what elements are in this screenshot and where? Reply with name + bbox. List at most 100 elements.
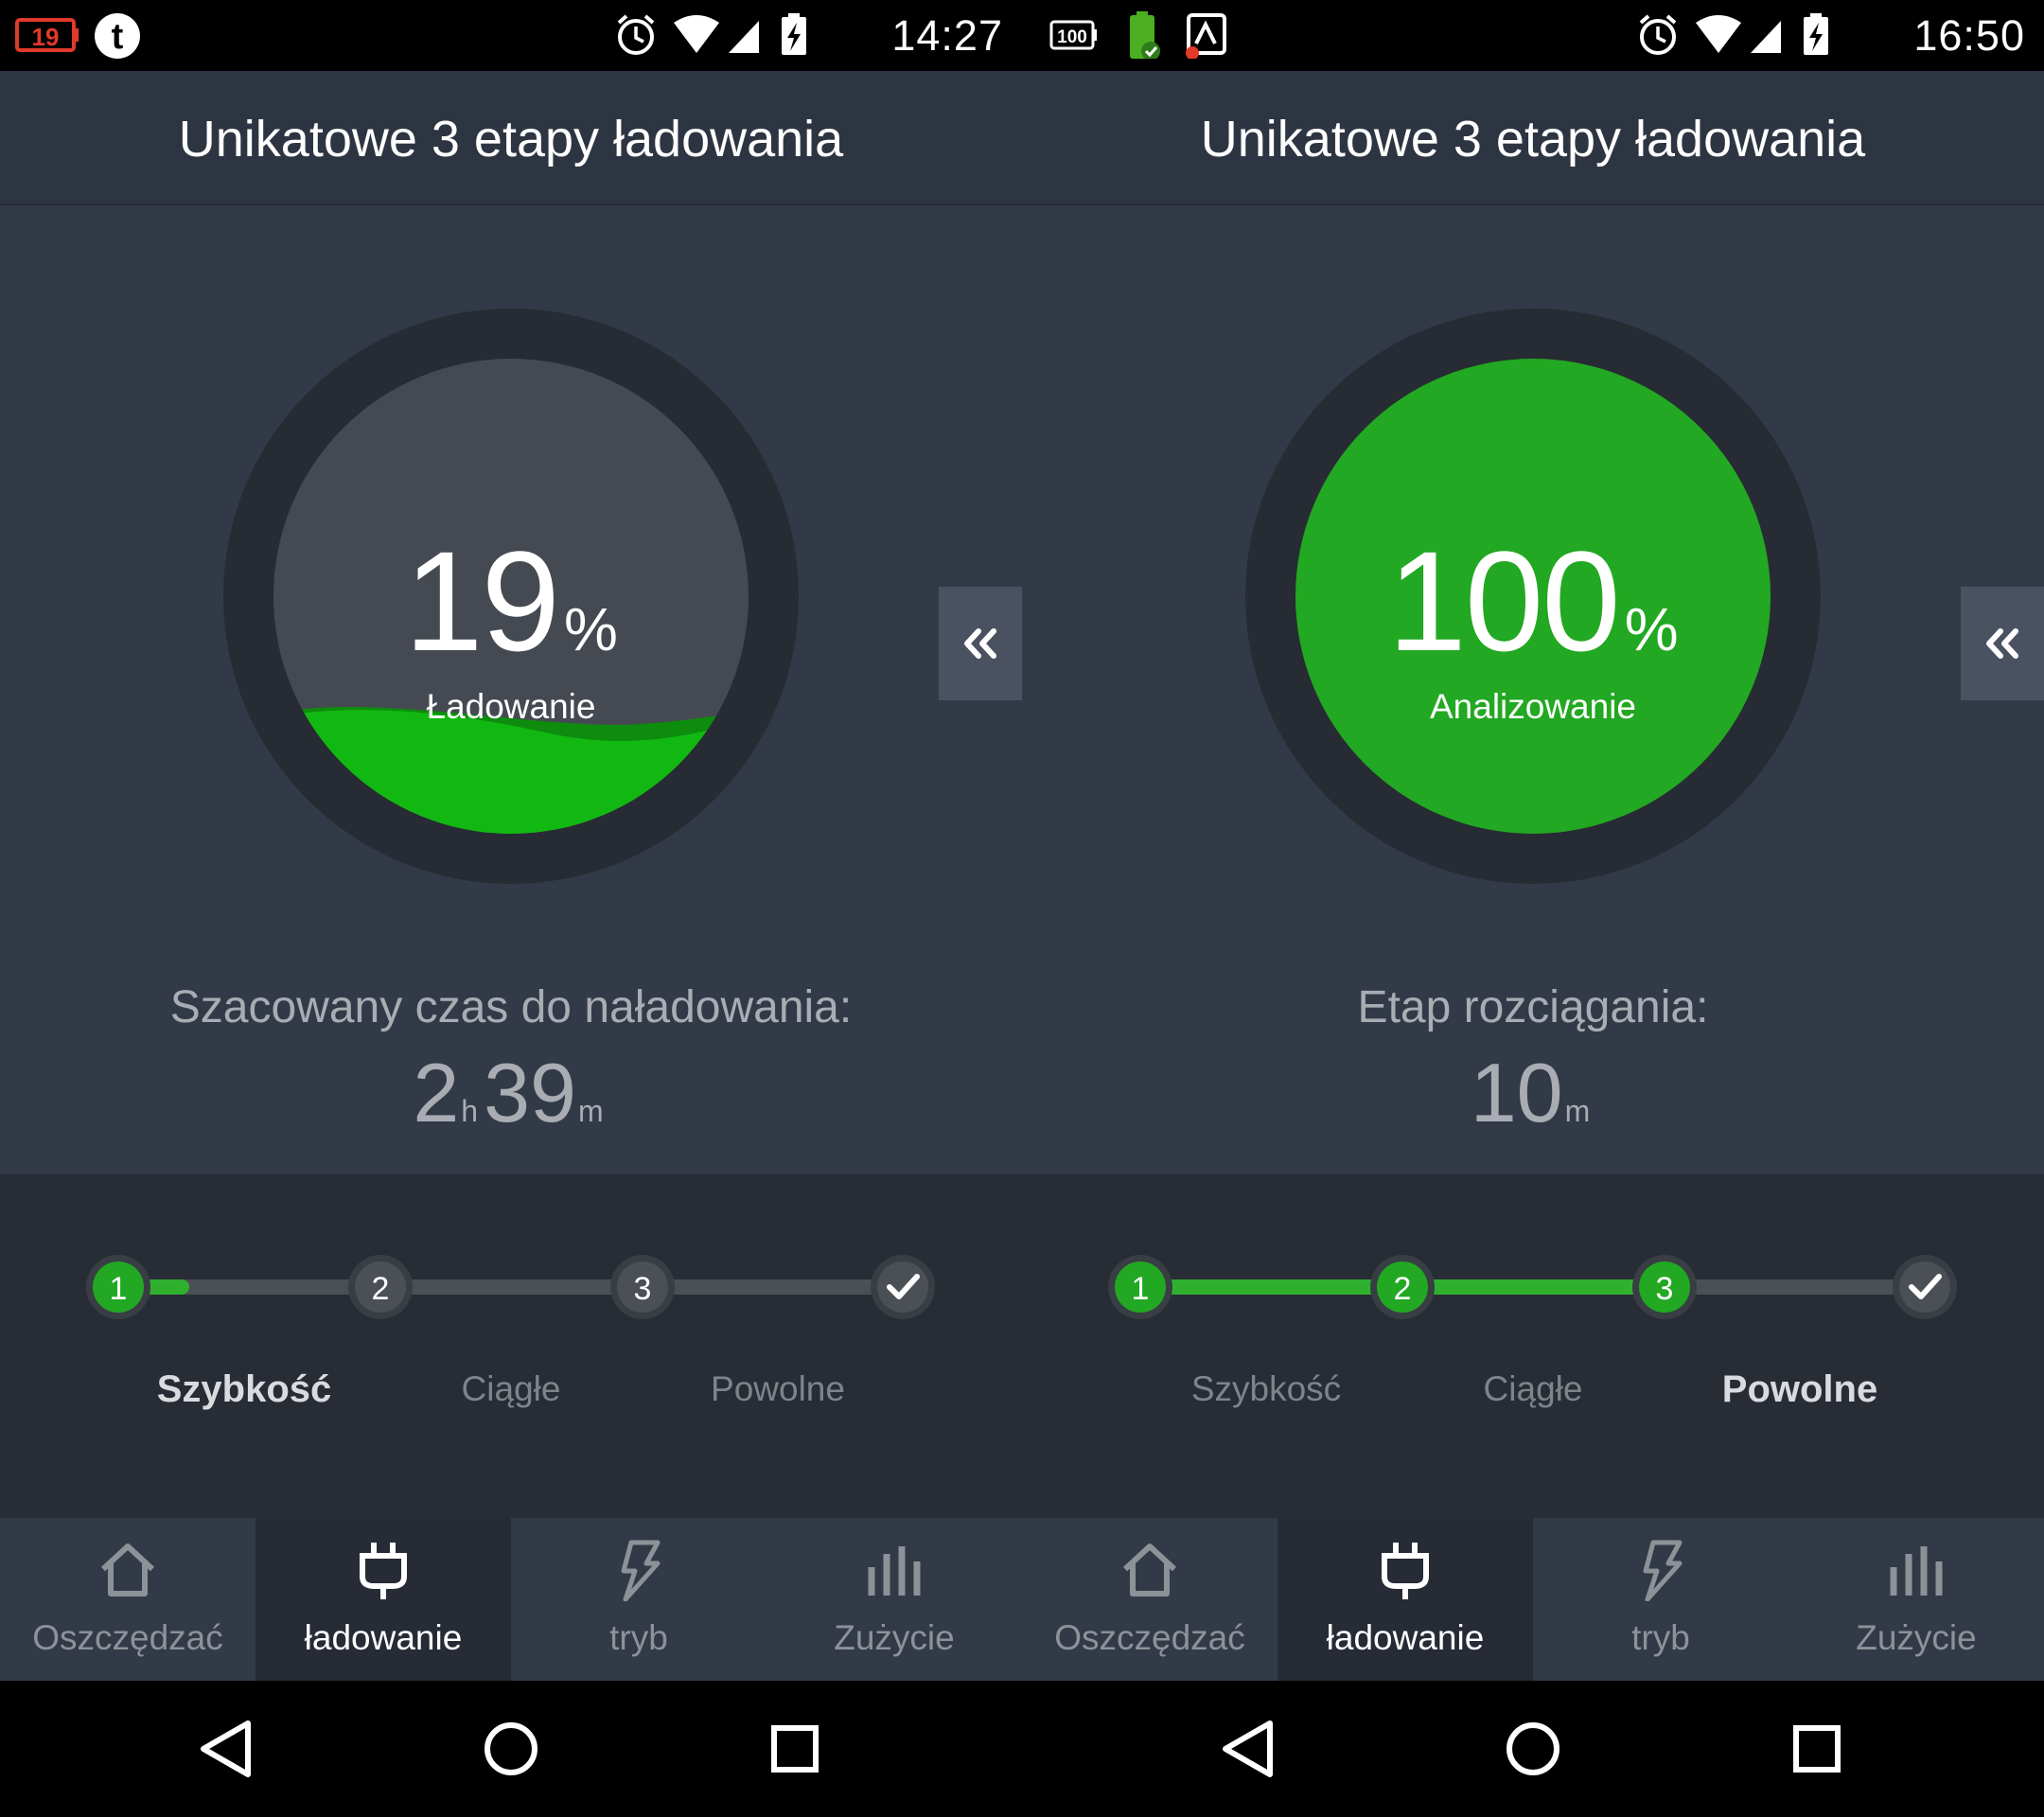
charging-panel: 19% Ładowanie Szacowany czas do naładowa…	[0, 205, 1022, 1174]
stage-complete-check-icon	[1893, 1255, 1957, 1319]
svg-text:100: 100	[1057, 27, 1087, 47]
svg-text:2: 2	[1394, 1271, 1412, 1307]
double-chevron-left-icon	[964, 628, 996, 659]
page-title: Unikatowe 3 etapy ładowania	[178, 111, 844, 168]
t-app-notification-icon: t	[95, 13, 140, 59]
recents-icon[interactable]	[771, 1725, 819, 1773]
signal-icon	[729, 21, 759, 53]
estimate-label: Szacowany czas do naładowania:	[169, 982, 853, 1032]
status-time: 14:27	[891, 11, 1003, 60]
estimate-value: 10m	[1022, 1050, 2044, 1136]
charge-state-label: Analizowanie	[1429, 687, 1637, 726]
estimate-minutes: 10	[1470, 1046, 1563, 1139]
svg-text:1: 1	[1132, 1271, 1150, 1307]
bottom-navigation: Oszczędzać ładowanie tryb Zużycie	[1022, 1518, 2044, 1681]
battery-charging-icon	[782, 13, 806, 55]
double-chevron-left-icon	[1986, 628, 2018, 659]
estimate-hours-unit: h	[461, 1094, 479, 1128]
charge-percent: 19%	[0, 530, 1022, 672]
svg-text:2: 2	[372, 1271, 390, 1307]
status-bar: 100 16:50	[1022, 0, 2044, 71]
nav-label: Oszczędzać	[1054, 1618, 1245, 1657]
stage-node-2: 2	[348, 1255, 413, 1319]
home-icon	[1122, 1544, 1177, 1596]
lightning-icon	[1643, 1540, 1683, 1601]
stage-node-3: 3	[1632, 1255, 1697, 1319]
back-icon[interactable]	[201, 1720, 251, 1777]
home-icon	[100, 1544, 155, 1596]
battery-notification-icon: 19	[15, 18, 79, 52]
recents-icon[interactable]	[1793, 1725, 1841, 1773]
charging-stages: 1 2 3 Szybkość Ciągłe Powolne	[1022, 1174, 2044, 1518]
system-status-icons	[1639, 13, 1828, 55]
estimate-value: 2h39m	[0, 1050, 1022, 1136]
stage-node-1: 1	[1108, 1255, 1172, 1319]
nav-item-mode[interactable]: tryb	[511, 1518, 766, 1681]
nav-label: tryb	[1631, 1618, 1690, 1657]
charge-state-label: Ładowanie	[426, 687, 596, 726]
home-circle-icon[interactable]	[1507, 1722, 1559, 1775]
stages-track	[106, 1279, 907, 1295]
nav-item-usage[interactable]: Zużycie	[766, 1518, 1022, 1681]
charge-percent: 100%	[1022, 530, 2044, 672]
stage-node-1: 1	[86, 1255, 150, 1319]
signal-icon	[1751, 21, 1781, 53]
nav-label: ładowanie	[304, 1618, 463, 1657]
battery-full-notification-icon	[1130, 11, 1160, 59]
expand-drawer-button[interactable]	[1961, 587, 2044, 700]
nav-item-charging[interactable]: ładowanie	[256, 1518, 511, 1681]
wifi-icon	[674, 15, 719, 53]
app-notification-icon	[1186, 13, 1226, 59]
charging-panel: 100% Analizowanie Etap rozciągania: 10m	[1022, 205, 2044, 1174]
estimate-minutes-unit: m	[577, 1094, 604, 1128]
android-navigation-bar	[1022, 1681, 2044, 1817]
battery-charging-icon	[1804, 13, 1828, 55]
nav-label: tryb	[609, 1618, 668, 1657]
bottom-navigation: Oszczędzać ładowanie tryb Zużycie	[0, 1518, 1022, 1681]
bar-chart-icon	[1890, 1546, 1943, 1596]
stage-label-fast: Szybkość	[156, 1368, 332, 1410]
plug-icon	[360, 1543, 407, 1599]
charge-percent-symbol: %	[1624, 595, 1679, 663]
nav-label: Zużycie	[1856, 1618, 1977, 1657]
charging-stages: 1 2 3 Szybkość Ciągłe Powolne	[0, 1174, 1022, 1518]
system-status-icons	[617, 13, 806, 55]
back-icon[interactable]	[1223, 1720, 1273, 1777]
svg-text:t: t	[112, 17, 124, 57]
alarm-icon	[617, 14, 655, 55]
stage-label-slow: Powolne	[711, 1369, 845, 1408]
stage-label-slow: Powolne	[1721, 1368, 1878, 1410]
plug-icon	[1382, 1543, 1429, 1599]
nav-item-save[interactable]: Oszczędzać	[0, 1518, 256, 1681]
status-time: 16:50	[1913, 11, 2025, 60]
battery-notification-icon: 100	[1049, 20, 1097, 50]
nav-item-save[interactable]: Oszczędzać	[1022, 1518, 1278, 1681]
expand-drawer-button[interactable]	[939, 587, 1022, 700]
android-navigation-bar	[0, 1681, 1022, 1817]
svg-text:3: 3	[1656, 1271, 1674, 1307]
svg-text:19: 19	[32, 23, 60, 51]
bar-chart-icon	[868, 1546, 921, 1596]
nav-label: ładowanie	[1326, 1618, 1485, 1657]
charge-percent-value: 19	[404, 521, 560, 680]
status-bar: 19 t 14:27	[0, 0, 1022, 71]
wifi-icon	[1696, 15, 1741, 53]
charge-percent-value: 100	[1387, 521, 1620, 680]
home-circle-icon[interactable]	[485, 1722, 537, 1775]
nav-item-charging[interactable]: ładowanie	[1278, 1518, 1533, 1681]
stage-complete-check-icon	[871, 1255, 935, 1319]
lightning-icon	[621, 1540, 661, 1601]
nav-item-mode[interactable]: tryb	[1533, 1518, 1788, 1681]
stage-label-continuous: Ciągłe	[461, 1369, 561, 1408]
nav-item-usage[interactable]: Zużycie	[1788, 1518, 2044, 1681]
alarm-icon	[1639, 14, 1677, 55]
nav-label: Zużycie	[834, 1618, 955, 1657]
nav-label: Oszczędzać	[32, 1618, 223, 1657]
svg-text:3: 3	[634, 1271, 652, 1307]
app-header: Unikatowe 3 etapy ładowania	[0, 71, 1022, 205]
page-title: Unikatowe 3 etapy ładowania	[1200, 111, 1866, 168]
estimate-minutes: 39	[484, 1046, 576, 1139]
charge-percent-symbol: %	[563, 595, 618, 663]
estimate-label: Etap rozciągania:	[1357, 982, 1709, 1032]
estimate-hours: 2	[413, 1046, 460, 1139]
